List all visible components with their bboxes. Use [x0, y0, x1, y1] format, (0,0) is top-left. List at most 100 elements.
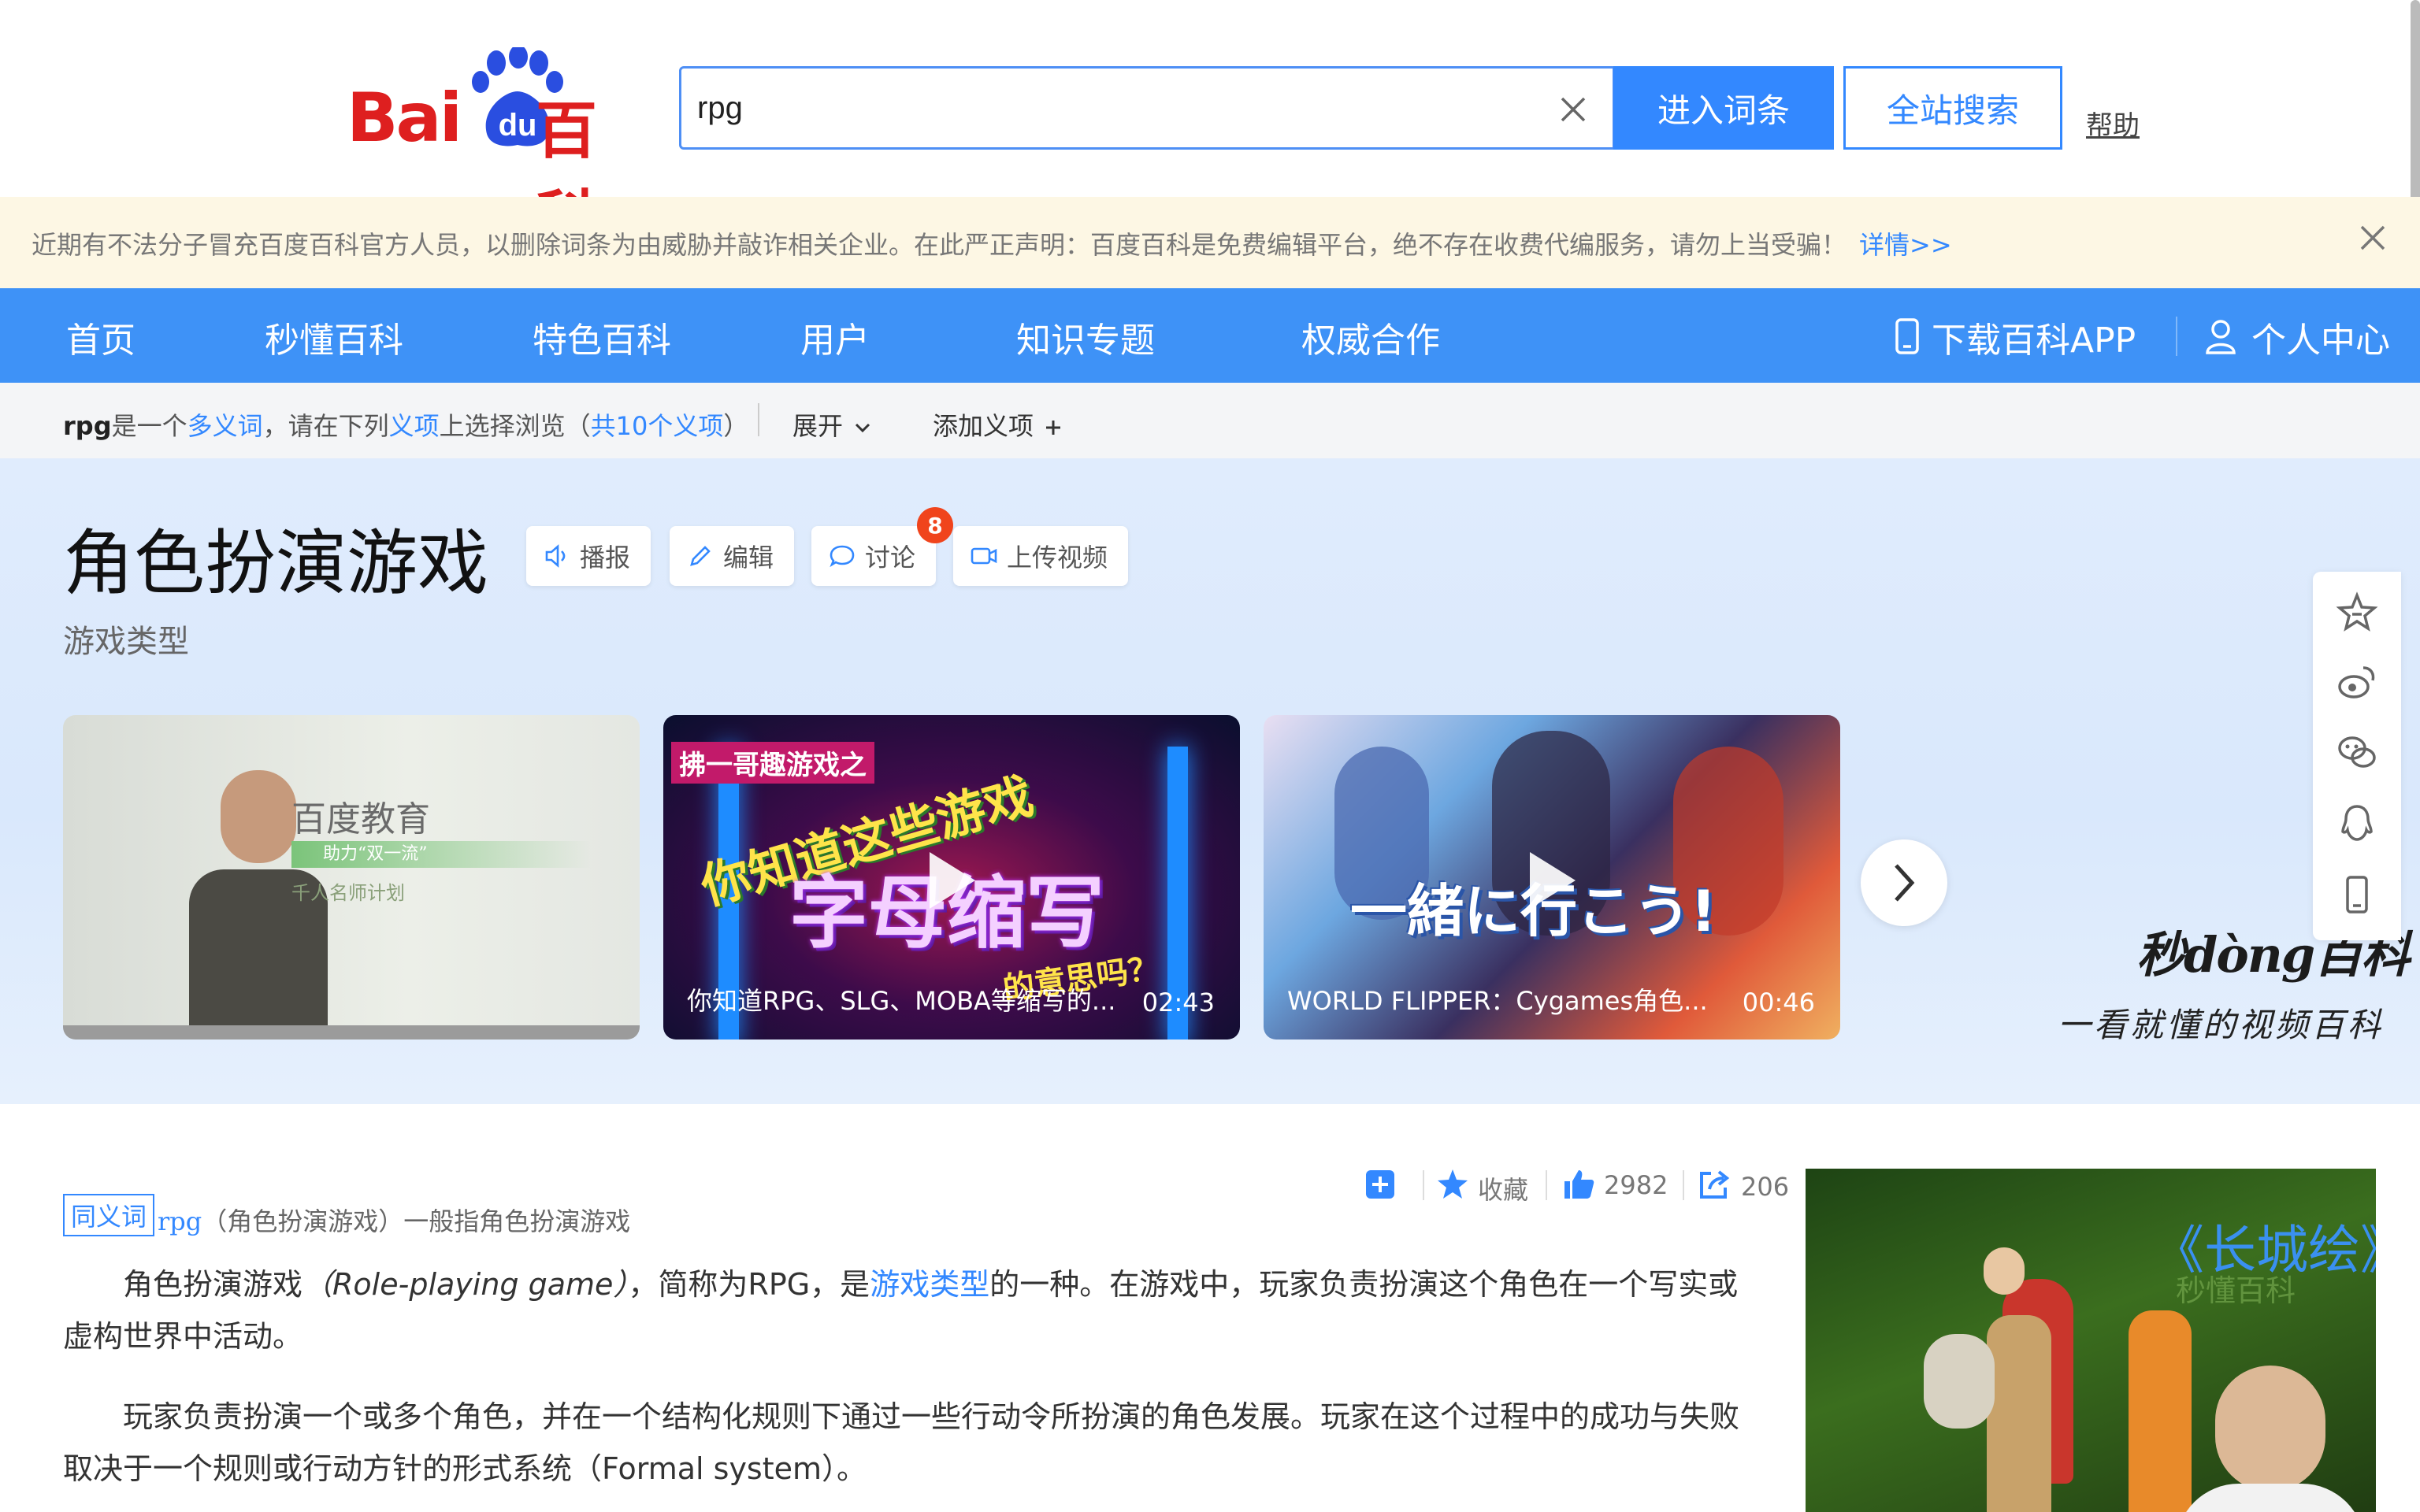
search-box [679, 66, 1615, 150]
play-icon[interactable] [1524, 849, 1579, 912]
video-3-caption: WORLD FLIPPER：Cygames角色... [1287, 986, 1708, 1016]
chat-bubble-icon [830, 545, 855, 568]
nav-divider [2176, 317, 2177, 356]
site-search-button[interactable]: 全站搜索 [1843, 66, 2062, 150]
figure-orange [2129, 1310, 2192, 1512]
nav-item-featured[interactable]: 特色百科 [533, 312, 671, 362]
wechat-icon[interactable] [2335, 731, 2379, 775]
enter-entry-button[interactable]: 进入词条 [1613, 66, 1834, 150]
video-2-overlay-top: 拂一哥趣游戏之 [671, 742, 874, 784]
upload-video-label: 上传视频 [1007, 543, 1108, 573]
mobile-icon[interactable] [2335, 873, 2379, 917]
paragraph-1-english: （Role-playing game） [302, 1267, 629, 1302]
notice-text: 近期有不法分子冒充百度百科官方人员，以删除词条为由威胁并敲诈相关企业。在此严正声… [32, 225, 1952, 261]
chevron-right-icon [1895, 864, 1915, 902]
expand-label: 展开 [792, 411, 844, 441]
thumbs-up-icon[interactable] [1561, 1167, 1596, 1202]
figure-red-head [1984, 1247, 2025, 1295]
nav-item-home[interactable]: 首页 [66, 312, 135, 362]
polysemy-choose-prefix: ，请在下列 [262, 411, 389, 441]
polysemy-text: rpg是一个多义词，请在下列义项上选择浏览（共10个义项） [63, 406, 748, 443]
notice-bar: 近期有不法分子冒充百度百科官方人员，以删除词条为由威胁并敲诈相关企业。在此严正声… [0, 197, 2420, 288]
polysemy-is-a: 是一个 [111, 411, 187, 441]
close-icon[interactable] [2357, 222, 2388, 254]
figure-elder [1987, 1315, 2051, 1512]
add-icon[interactable] [1363, 1167, 1397, 1202]
presenter-body [2176, 1484, 2365, 1512]
pencil-icon [690, 546, 711, 566]
broadcast-label: 播报 [580, 543, 631, 573]
download-app-link[interactable]: 下载百科APP [1932, 312, 2136, 362]
discuss-count-badge: 8 [917, 507, 953, 543]
logo-du-text: du [499, 108, 537, 143]
nav-item-users[interactable]: 用户 [800, 312, 870, 362]
lemma-image-caption: 秒懂百科 [2176, 1273, 2296, 1308]
favorite-label[interactable]: 收藏 [1478, 1170, 1528, 1206]
broadcast-button[interactable]: 播报 [526, 526, 651, 586]
sense-count-link[interactable]: 共10个义项 [591, 411, 724, 441]
notice-message: 近期有不法分子冒充百度百科官方人员，以删除词条为由威胁并敲诈相关企业。在此严正声… [32, 230, 1847, 260]
weibo-icon[interactable] [2335, 660, 2379, 704]
video-1-overlay-sub2: 千人名师计划 [291, 882, 405, 904]
share-icon[interactable] [1697, 1167, 1731, 1202]
expand-senses-toggle[interactable]: 展开 [792, 406, 874, 443]
polysemy-choose-suffix: 上选择浏览（ [439, 411, 591, 441]
nav-item-authority[interactable]: 权威合作 [1301, 312, 1440, 362]
search-input[interactable] [697, 80, 1516, 136]
polysemy-link[interactable]: 多义词 [187, 411, 263, 441]
lemma-image[interactable]: 《长城绘》 秒懂百科 [1806, 1169, 2376, 1512]
polysemy-term: rpg [63, 411, 112, 441]
action-separator [1683, 1170, 1684, 1200]
nav-item-topics[interactable]: 知识专题 [1016, 312, 1155, 362]
edit-button[interactable]: 编辑 [670, 526, 795, 586]
share-count: 206 [1741, 1172, 1790, 1202]
video-card-1[interactable]: 百度教育 助力“双一流” 千人名师计划 [63, 715, 640, 1040]
sense-link[interactable]: 义项 [389, 411, 440, 441]
action-separator [1423, 1170, 1424, 1200]
synonym-text: rpg（角色扮演游戏）一般指角色扮演游戏 [158, 1202, 630, 1238]
video-camera-icon [971, 547, 997, 565]
article-content: 收藏 2982 206 同义词 rpg（角色扮演游戏）一般指角色扮演游戏 角色扮… [0, 1104, 2420, 1512]
video-1-bottom-bar [63, 1025, 640, 1040]
video-3-duration: 00:46 [1742, 988, 1815, 1017]
star-add-icon[interactable] [2335, 591, 2379, 635]
carousel-next-button[interactable] [1861, 839, 1947, 926]
upload-video-button[interactable]: 上传视频 [953, 526, 1129, 586]
header: Bai du 百科 进入词条 全站搜索 帮助 [0, 0, 2420, 255]
action-separator [1546, 1170, 1547, 1200]
plus-icon [1046, 421, 1061, 435]
baidu-baike-logo[interactable]: Bai du 百科 [347, 47, 646, 255]
add-sense-button[interactable]: 添加义项 [933, 406, 1065, 443]
discuss-button[interactable]: 讨论 [811, 526, 937, 586]
synonym-tag: 同义词 [63, 1194, 155, 1236]
synonym-description: （角色扮演游戏）一般指角色扮演游戏 [202, 1206, 631, 1236]
share-sidebar [2313, 572, 2401, 940]
edit-label: 编辑 [723, 543, 774, 573]
game-type-link[interactable]: 游戏类型 [870, 1267, 989, 1302]
video-card-2[interactable]: 拂一哥趣游戏之 你知道这些游戏 字母缩写 的意思吗？ 你知道RPG、SLG、MO… [663, 715, 1240, 1040]
video-card-3[interactable]: 一緒に行こう! WORLD FLIPPER：Cygames角色... 00:46 [1264, 715, 1840, 1040]
notice-details-link[interactable]: 详情>> [1859, 230, 1952, 260]
qq-icon[interactable] [2335, 802, 2379, 846]
synonym-term-link[interactable]: rpg [158, 1206, 202, 1236]
play-icon[interactable] [923, 849, 978, 912]
help-link[interactable]: 帮助 [2086, 104, 2140, 143]
user-icon [2206, 320, 2236, 354]
clear-search-icon[interactable] [1556, 92, 1590, 127]
polysemy-divider [758, 403, 759, 436]
add-sense-label: 添加义项 [933, 411, 1034, 441]
page-scrollbar[interactable] [2411, 0, 2420, 205]
miaodong-slogan: 一看就懂的视频百科 [2058, 1006, 2385, 1044]
phone-icon [1895, 318, 1919, 354]
discuss-label: 讨论 [865, 543, 916, 573]
chevron-down-icon [856, 423, 870, 433]
user-center-link[interactable]: 个人中心 [2251, 312, 2390, 362]
video-1-overlay-title: 百度教育 [291, 799, 430, 839]
paragraph-1-middle: ，简称为RPG，是 [628, 1267, 870, 1302]
star-icon[interactable] [1435, 1167, 1470, 1202]
paragraph-1: 角色扮演游戏（Role-playing game），简称为RPG，是游戏类型的一… [63, 1258, 1765, 1362]
presenter-head [2215, 1366, 2325, 1492]
video-1-overlay-sub1: 助力“双一流” [291, 841, 591, 868]
nav-item-miaodong[interactable]: 秒懂百科 [265, 312, 403, 362]
like-count: 2982 [1604, 1170, 1668, 1200]
